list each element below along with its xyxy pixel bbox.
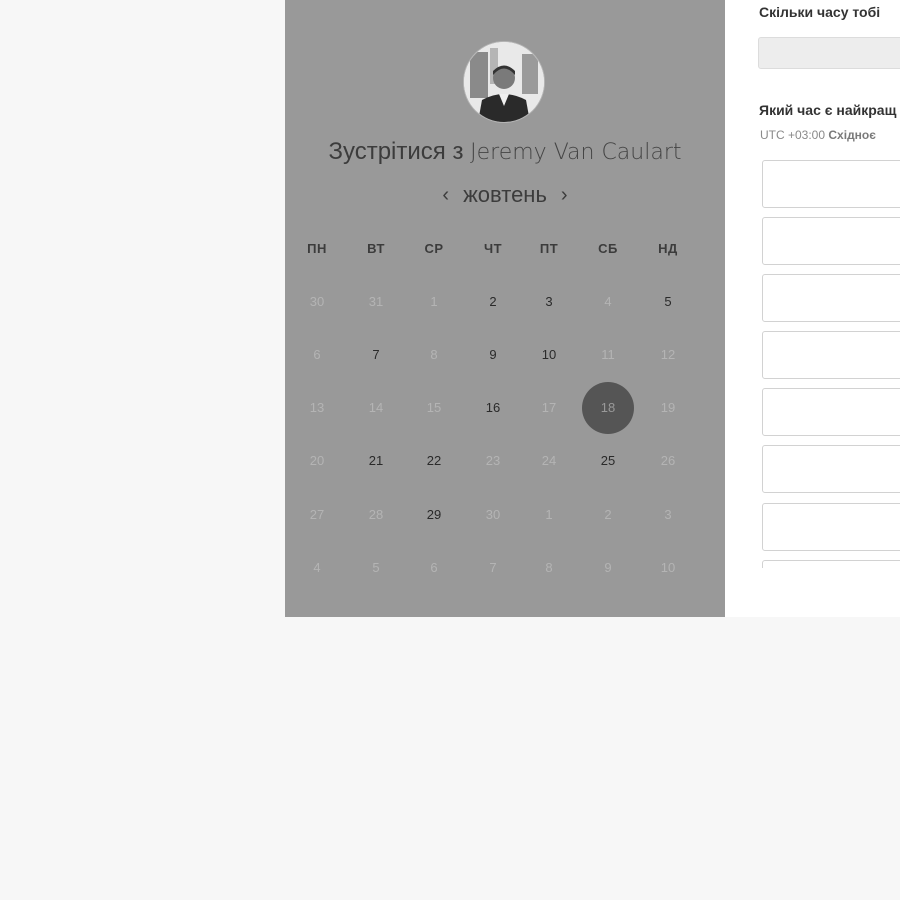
calendar-day: 13 bbox=[309, 400, 325, 415]
calendar-day: 30 bbox=[485, 507, 501, 522]
time-question: Який час є найкращ bbox=[759, 102, 897, 118]
calendar-day: 20 bbox=[309, 453, 325, 468]
calendar-day: 14 bbox=[368, 400, 384, 415]
weekday-label: ЧТ bbox=[483, 241, 503, 256]
timezone-label: UTC +03:00 Східноє bbox=[760, 128, 876, 142]
time-slot[interactable] bbox=[762, 503, 900, 551]
calendar-day: 8 bbox=[430, 347, 438, 362]
calendar-day: 26 bbox=[660, 453, 676, 468]
time-slot[interactable] bbox=[762, 445, 900, 493]
calendar-day[interactable]: 9 bbox=[471, 333, 515, 377]
time-slot[interactable] bbox=[762, 274, 900, 322]
next-month-icon[interactable]: › bbox=[559, 182, 570, 208]
calendar-day: 6 bbox=[313, 347, 321, 362]
time-slot[interactable] bbox=[762, 331, 900, 379]
calendar-day: 3 bbox=[664, 507, 672, 522]
calendar-day: 27 bbox=[309, 507, 325, 522]
calendar-day: 6 bbox=[430, 560, 438, 575]
calendar-day: 4 bbox=[313, 560, 321, 575]
calendar-day: 4 bbox=[604, 294, 612, 309]
calendar-day[interactable]: 7 bbox=[354, 333, 398, 377]
calendar-day-selected[interactable]: 18 bbox=[582, 382, 634, 434]
time-slot[interactable] bbox=[762, 217, 900, 265]
calendar-day: 31 bbox=[368, 294, 384, 309]
calendar-day[interactable]: 21 bbox=[354, 439, 398, 483]
duration-select[interactable] bbox=[758, 37, 900, 69]
weekday-label: СБ bbox=[598, 241, 618, 256]
weekday-label: ПН bbox=[307, 241, 327, 256]
weekday-label: ПТ bbox=[539, 241, 559, 256]
calendar-day: 19 bbox=[660, 400, 676, 415]
calendar-day: 15 bbox=[426, 400, 442, 415]
calendar-day[interactable]: 2 bbox=[471, 280, 515, 324]
calendar-day: 23 bbox=[485, 453, 501, 468]
booking-panel: Зустрітися з Jeremy Van Caulart ‹ жовтен… bbox=[285, 0, 725, 617]
calendar-day[interactable]: 16 bbox=[471, 386, 515, 430]
calendar-day: 17 bbox=[541, 400, 557, 415]
month-navigation: ‹ жовтень › bbox=[285, 182, 725, 208]
calendar-day[interactable]: 10 bbox=[527, 333, 571, 377]
calendar-day: 10 bbox=[660, 560, 676, 575]
host-name: Jeremy Van Caulart bbox=[470, 140, 682, 165]
calendar-day: 8 bbox=[545, 560, 553, 575]
calendar-day: 11 bbox=[601, 347, 615, 362]
calendar-day: 28 bbox=[368, 507, 384, 522]
weekday-label: ВТ bbox=[367, 241, 385, 256]
time-slot[interactable] bbox=[762, 388, 900, 436]
schedule-form: Скільки часу тобі Який час є найкращ UTC… bbox=[725, 0, 900, 617]
weekday-label: СР bbox=[424, 241, 444, 256]
calendar-day: 24 bbox=[541, 453, 557, 468]
calendar-day: 5 bbox=[372, 560, 380, 575]
time-slot[interactable] bbox=[762, 560, 900, 568]
meeting-title-prefix: Зустрітися з bbox=[328, 138, 464, 165]
current-month: жовтень bbox=[463, 182, 547, 207]
calendar-day: 1 bbox=[545, 507, 553, 522]
calendar-day[interactable]: 3 bbox=[527, 280, 571, 324]
timezone-name: Східноє bbox=[828, 128, 876, 142]
calendar-day: 9 bbox=[604, 560, 612, 575]
time-slot[interactable] bbox=[762, 160, 900, 208]
meeting-title: Зустрітися з Jeremy Van Caulart bbox=[285, 138, 725, 166]
calendar-day[interactable]: 22 bbox=[412, 439, 456, 483]
duration-question: Скільки часу тобі bbox=[759, 4, 881, 20]
calendar-day[interactable]: 29 bbox=[412, 493, 456, 537]
calendar-day: 12 bbox=[660, 347, 676, 362]
host-avatar bbox=[464, 42, 544, 122]
weekday-label: НД bbox=[658, 241, 678, 256]
timezone-offset: UTC +03:00 bbox=[760, 128, 826, 142]
prev-month-icon[interactable]: ‹ bbox=[440, 182, 451, 208]
calendar-day: 7 bbox=[489, 560, 497, 575]
weekday-header: ПН ВТ СР ЧТ ПТ СБ НД bbox=[285, 240, 725, 260]
calendar-day: 1 bbox=[430, 294, 438, 309]
calendar-day[interactable]: 5 bbox=[646, 280, 690, 324]
calendar-day: 30 bbox=[309, 294, 325, 309]
calendar-day[interactable]: 25 bbox=[586, 439, 630, 483]
calendar-day: 2 bbox=[604, 507, 612, 522]
